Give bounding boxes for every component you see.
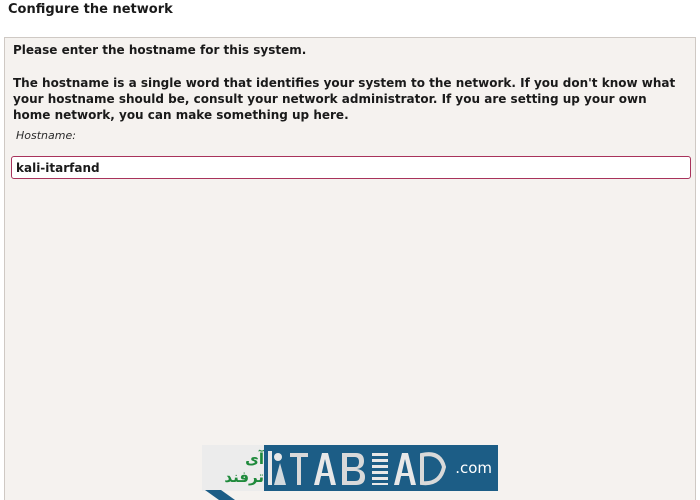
hostname-prompt: Please enter the hostname for this syste… [13, 43, 307, 57]
installer-screen: Configure the network Please enter the h… [0, 0, 700, 500]
hostname-description: The hostname is a single word that ident… [13, 76, 676, 122]
watermark-domain: .com [455, 459, 492, 477]
watermark-logo: آی ترفند .com [202, 445, 498, 491]
header-bar: Configure the network [0, 0, 700, 36]
watermark-stripe-icon [205, 490, 235, 500]
hostname-label: Hostname: [16, 129, 76, 142]
hostname-input[interactable] [11, 156, 691, 179]
watermark-persian-text: آی ترفند [224, 450, 264, 486]
content-panel: Please enter the hostname for this syste… [4, 37, 696, 500]
watermark-graphic: .com [264, 445, 498, 491]
page-title: Configure the network [8, 2, 173, 17]
watermark-persian: آی ترفند [202, 445, 264, 491]
